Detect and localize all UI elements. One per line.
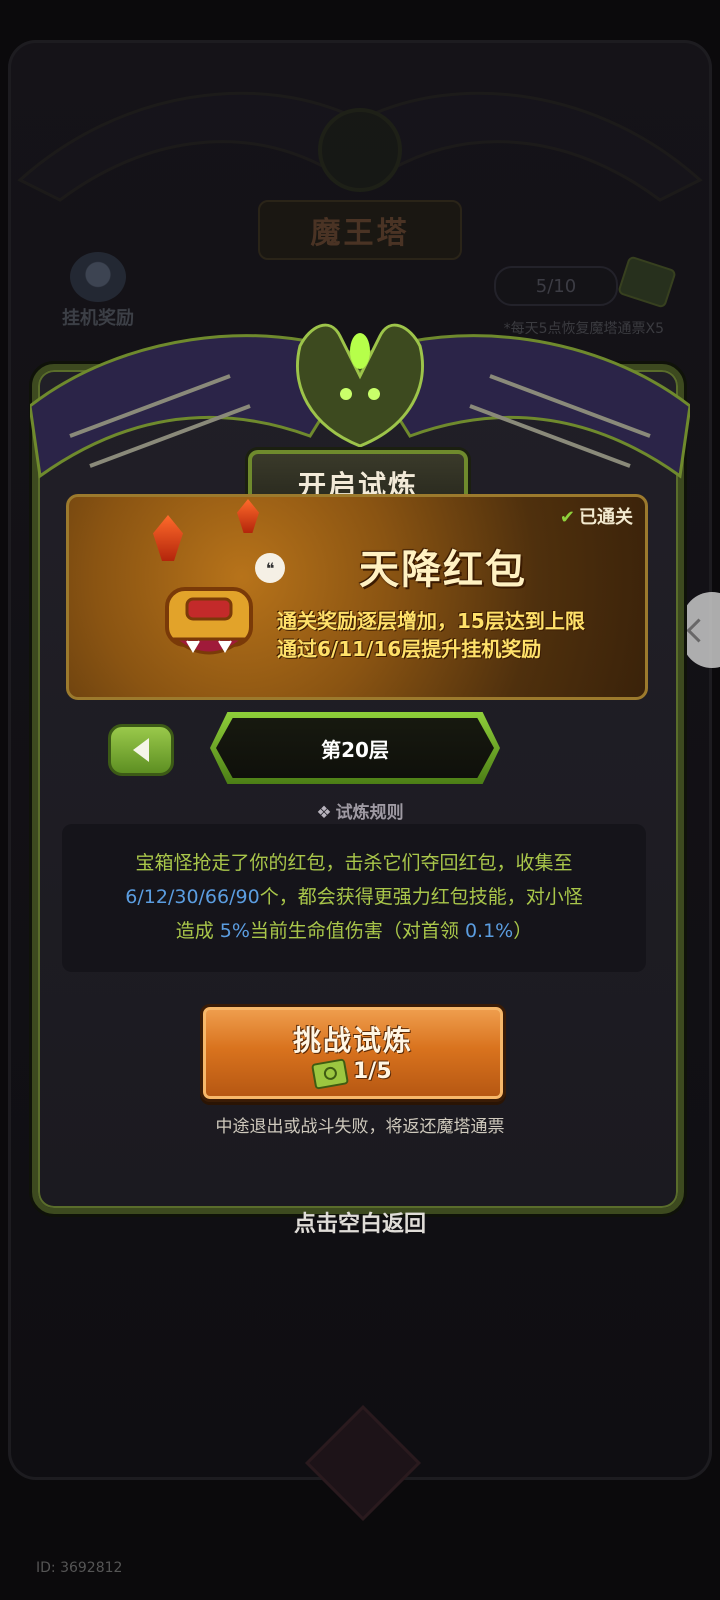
rules-line2-rest: 个，都会获得更强力红包技能，对小怪 — [259, 886, 583, 908]
ticket-icon — [311, 1058, 349, 1090]
arrow-left-icon — [133, 738, 149, 762]
tower-title-plate: 魔王塔 — [258, 200, 462, 260]
crystal-icon — [237, 499, 259, 533]
floor-label: 第20层 — [321, 737, 389, 762]
rules-line3-prefix: 造成 — [175, 920, 220, 942]
rules-line1: 宝箱怪抢走了你的红包，击杀它们夺回红包，收集至 — [135, 852, 573, 874]
cleared-status: ✔ 已通关 — [560, 503, 633, 529]
rules-line3-suffix: ） — [513, 920, 533, 942]
trial-rules-label: 试炼规则 — [335, 803, 404, 823]
side-collapse-tab[interactable] — [682, 592, 720, 668]
check-icon: ✔ — [559, 507, 575, 528]
event-desc-line1: 通关奖励逐层增加，15层达到上限 — [277, 609, 585, 633]
idle-reward-icon — [70, 252, 126, 302]
tap-blank-to-return[interactable]: 点击空白返回 — [0, 1206, 720, 1238]
ticket-counter: 5/10 — [494, 266, 618, 306]
challenge-trial-button[interactable]: 挑战试炼 1/5 — [200, 1004, 506, 1102]
challenge-trial-label: 挑战试炼 — [292, 1024, 413, 1057]
cleared-label: 已通关 — [579, 507, 633, 528]
event-title: 天降红包 — [359, 547, 527, 593]
challenge-ticket-cost: 1/5 — [353, 1059, 392, 1084]
floor-selector: 第20层 — [210, 712, 500, 784]
rules-thresholds: 6/12/30/66/90 — [125, 886, 260, 908]
rules-text: 宝箱怪抢走了你的红包，击杀它们夺回红包，收集至 6/12/30/66/90个，都… — [62, 846, 646, 948]
prev-floor-button[interactable] — [108, 724, 174, 776]
treasure-chest-monster-icon — [165, 587, 253, 655]
rules-line3: 造成 5%当前生命值伤害（对首领 0.1%） — [62, 914, 646, 948]
rules-boss-pct: 0.1% — [464, 920, 514, 942]
tower-title: 魔王塔 — [310, 216, 410, 251]
speech-bubble-icon: ❝ — [255, 553, 285, 583]
player-id: ID: 3692812 — [36, 1560, 123, 1576]
event-desc-line2: 通过6/11/16层提升挂机奖励 — [277, 637, 542, 661]
rules-line2: 6/12/30/66/90个，都会获得更强力红包技能，对小怪 — [62, 880, 646, 914]
refund-note: 中途退出或战斗失败，将返还魔塔通票 — [215, 1117, 505, 1137]
rules-damage-pct: 5% — [219, 920, 250, 942]
rules-line3-mid: 当前生命值伤害（对首领 — [249, 920, 465, 942]
crystal-icon — [153, 515, 183, 561]
chevron-left-icon — [686, 617, 711, 643]
rules-description-box: 宝箱怪抢走了你的红包，击杀它们夺回红包，收集至 6/12/30/66/90个，都… — [62, 824, 646, 972]
event-banner: ❝ ✔ 已通关 天降红包 通关奖励逐层增加，15层达到上限 通过6/11/16层提… — [66, 494, 648, 700]
diamond-icon: ❖ — [316, 803, 332, 823]
event-description: 通关奖励逐层增加，15层达到上限 通过6/11/16层提升挂机奖励 — [277, 607, 585, 663]
trial-rules-link[interactable]: ❖ 试炼规则 — [0, 798, 720, 823]
